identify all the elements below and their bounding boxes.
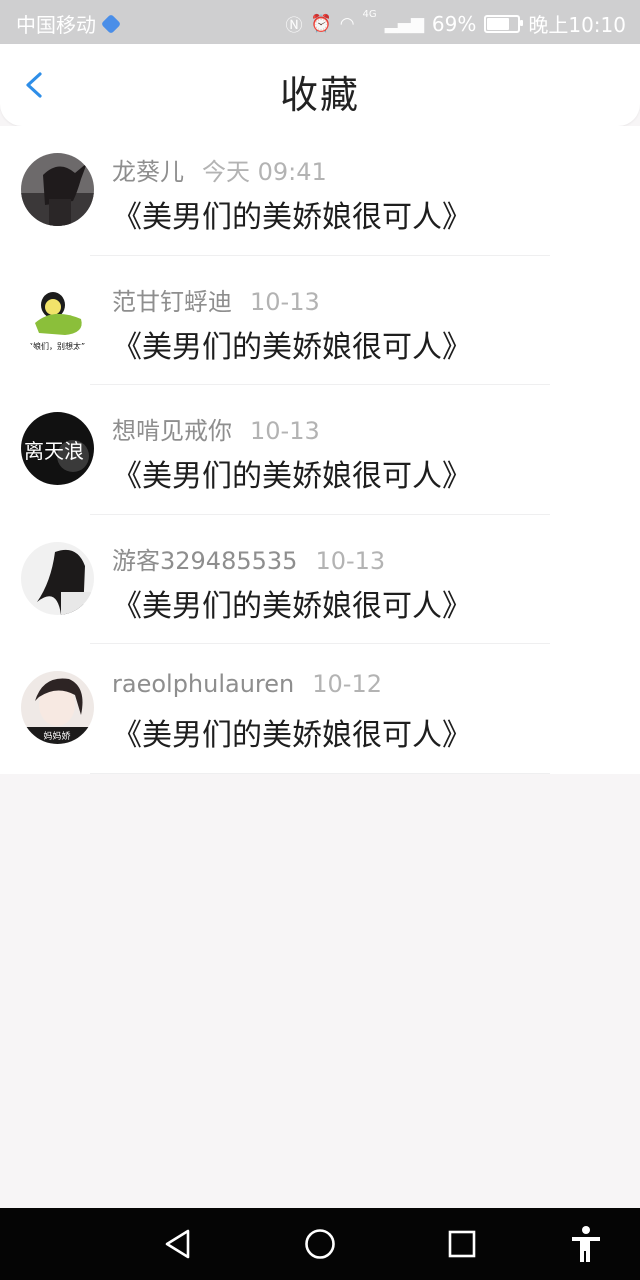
avatar[interactable]	[21, 541, 94, 615]
book-title[interactable]: 《美男们的美娇娘很可人》	[112, 192, 472, 236]
status-bar: 中国移动 Ⓝ ⏰ ◠ 4G ▂▄▆ 69% 晚上10:10	[0, 0, 640, 44]
carrier-name: 中国移动	[16, 13, 96, 37]
status-icons: Ⓝ ⏰ ◠ 4G ▂▄▆ 69% 晚上10:10	[286, 9, 626, 38]
list-item[interactable]: “娘们，别想太” 范甘钉蜉迪 10-13 《美男们的美娇娘很可人》	[0, 256, 640, 386]
username: 范甘钉蜉迪	[112, 287, 232, 316]
battery-percent: 69%	[431, 11, 477, 36]
avatar-caption: “娘们，别想太”	[29, 341, 85, 351]
nfc-icon: Ⓝ	[285, 16, 303, 36]
carrier: 中国移动	[16, 9, 122, 38]
book-title[interactable]: 《美男们的美娇娘很可人》	[112, 581, 472, 625]
item-meta: 想啃见戒你 10-13	[112, 411, 320, 446]
system-back-button[interactable]	[158, 1224, 198, 1264]
list-item[interactable]: 游客329485535 10-13 《美男们的美娇娘很可人》	[0, 515, 640, 645]
book-title[interactable]: 《美男们的美娇娘很可人》	[112, 322, 472, 366]
username: raeolphulauren	[112, 670, 295, 699]
avatar[interactable]: 离天浪	[21, 412, 94, 486]
list-item[interactable]: 离天浪 想啃见戒你 10-13 《美男们的美娇娘很可人》	[0, 385, 640, 515]
item-meta: 龙葵儿 今天 09:41	[112, 152, 327, 187]
username: 龙葵儿	[112, 158, 184, 186]
system-recents-button[interactable]	[442, 1224, 482, 1264]
home-circle-icon	[305, 1229, 335, 1259]
battery-icon	[484, 14, 524, 33]
list-item[interactable]: 龙葵儿 今天 09:41 《美男们的美娇娘很可人》	[0, 126, 640, 256]
page-title: 收藏	[279, 73, 360, 117]
signal-icon: ▂▄▆	[384, 13, 424, 34]
username: 想啃见戒你	[112, 417, 232, 446]
recents-square-icon	[448, 1230, 476, 1258]
accessibility-icon	[572, 1226, 600, 1262]
divider	[90, 772, 550, 774]
carrier-badge-icon	[100, 13, 122, 34]
avatar-caption: 妈妈娇	[43, 730, 70, 742]
avatar[interactable]: 妈妈娇	[21, 671, 94, 745]
avatar[interactable]: “娘们，别想太”	[21, 282, 94, 356]
avatar-caption: 离天浪	[24, 439, 84, 463]
book-title[interactable]: 《美男们的美娇娘很可人》	[112, 451, 472, 495]
timestamp: 10-12	[312, 670, 382, 699]
back-triangle-icon	[165, 1229, 190, 1259]
item-meta: 游客329485535 10-13	[112, 541, 385, 576]
clock: 晚上10:10	[528, 13, 626, 37]
book-title[interactable]: 《美男们的美娇娘很可人》	[112, 710, 472, 754]
avatar[interactable]	[21, 153, 94, 226]
username: 游客329485535	[112, 546, 298, 575]
header: 收藏	[0, 44, 640, 126]
list-item[interactable]: 妈妈娇 raeolphulauren 10-12 《美男们的美娇娘很可人》	[0, 644, 640, 774]
system-nav-bar	[0, 1208, 640, 1280]
item-meta: raeolphulauren 10-12	[112, 670, 382, 698]
item-meta: 范甘钉蜉迪 10-13	[112, 282, 320, 317]
timestamp: 10-13	[250, 417, 320, 446]
timestamp: 10-13	[315, 546, 386, 575]
system-home-button[interactable]	[300, 1224, 340, 1264]
accessibility-button[interactable]	[566, 1224, 606, 1264]
timestamp: 今天 09:41	[202, 158, 327, 186]
timestamp: 10-13	[250, 287, 320, 316]
alarm-icon: ⏰	[310, 13, 332, 34]
battery-fill	[487, 17, 510, 30]
network-type: 4G	[362, 9, 377, 20]
wifi-icon: ◠	[339, 13, 355, 34]
favorites-list: 龙葵儿 今天 09:41 《美男们的美娇娘很可人》 “娘们，别想太” 范甘钉蜉迪 1…	[0, 126, 640, 774]
